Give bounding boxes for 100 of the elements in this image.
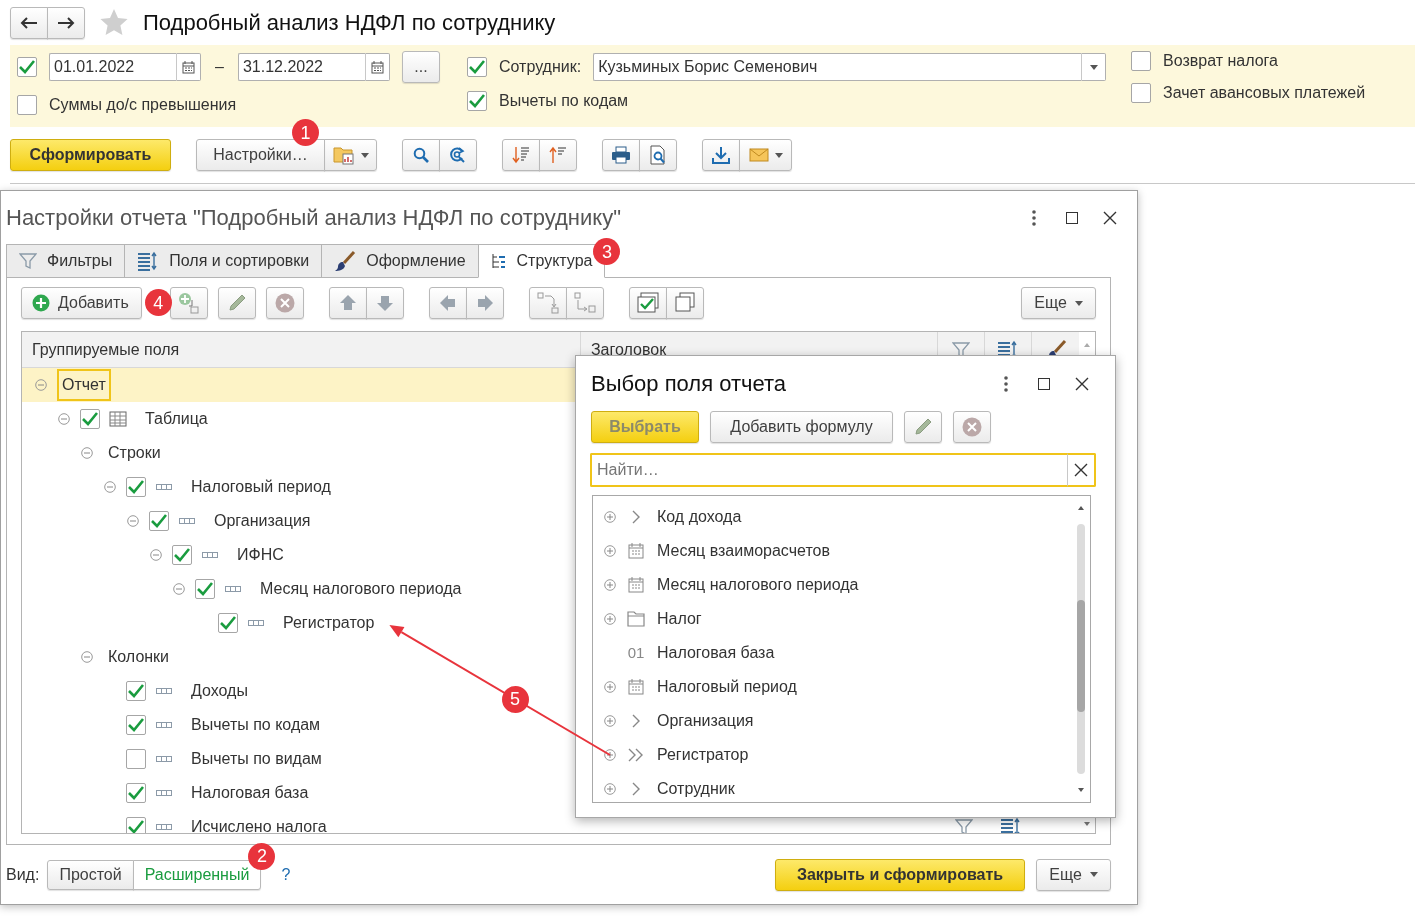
edit-button[interactable] [904,411,942,443]
group-button[interactable] [528,287,567,320]
field-row[interactable]: Сотрудник [593,772,1072,806]
close-and-generate-button[interactable]: Закрыть и сформировать [775,858,1025,891]
help-link[interactable]: ? [281,862,291,887]
collapse-icon[interactable] [81,447,93,460]
tree-label: Вычеты по кодам [190,715,322,736]
more-button[interactable]: Еще [1021,287,1096,320]
more-button[interactable]: Еще [1036,858,1111,891]
field-row[interactable]: Налог [593,602,1072,636]
move-right-button[interactable] [465,287,504,320]
field-row[interactable]: Организация [593,704,1072,738]
field-row[interactable]: 01 Налоговая база [593,636,1072,670]
collapse-icon[interactable] [150,549,162,562]
sort-ascending-button[interactable] [539,139,577,171]
checkbox[interactable] [467,91,487,111]
checkbox[interactable] [126,783,146,804]
tree-label: Налоговый период [190,477,332,498]
field-icon [156,789,172,798]
move-left-button[interactable] [428,287,467,320]
delete-button[interactable] [265,287,304,320]
checkbox[interactable] [126,477,146,498]
checkbox[interactable] [1131,51,1151,71]
add-button[interactable]: Добавить [21,287,142,320]
field-row[interactable]: Месяц налогового периода [593,568,1072,602]
checkbox[interactable] [172,545,192,566]
ungroup-button[interactable] [565,287,604,320]
tab[interactable]: Поля и сортировки [124,244,323,279]
search-next-button[interactable] [439,139,477,171]
move-up-button[interactable] [328,287,367,320]
tab[interactable]: Оформление [321,244,479,279]
more-options-icon [1032,209,1036,226]
email-button[interactable] [739,139,792,171]
save-button[interactable] [702,139,740,171]
expand-icon[interactable] [604,783,616,795]
tree-label: Организация [213,511,312,532]
report-options-button[interactable] [324,139,377,171]
calendar-button[interactable] [365,53,390,81]
collapse-icon[interactable] [35,379,47,392]
select-field[interactable]: Кузьминых Борис Семенович [593,53,1083,81]
checkbox[interactable] [126,681,146,702]
checkbox[interactable] [17,57,37,77]
collapse-icon[interactable] [58,413,70,426]
tree-row[interactable]: Исчислено налога [22,810,1079,834]
calendar-button[interactable] [177,53,201,81]
settings-button[interactable]: Настройки… [196,139,325,171]
expand-icon[interactable] [604,681,616,693]
checkbox[interactable] [149,511,169,532]
preview-button[interactable] [639,139,677,171]
field-row[interactable]: Налоговый период [593,670,1072,704]
field-row[interactable]: Месяц взаиморасчетов [593,534,1072,568]
double-chevron-icon [627,748,645,762]
date-field[interactable]: 01.01.2022 [49,53,177,81]
edit-button[interactable] [217,287,256,320]
print-button[interactable] [602,139,640,171]
dropdown-button[interactable] [1082,53,1107,81]
clear-button[interactable] [1068,453,1096,487]
tab[interactable]: Фильтры [6,244,126,279]
collapse-icon[interactable] [104,481,116,494]
uncheck-all-button[interactable] [665,287,704,320]
sort-descending-button[interactable] [502,139,540,171]
field-label: Налоговый период [657,677,797,697]
field-row[interactable]: Код дохода [593,500,1072,534]
expand-icon[interactable] [604,613,616,625]
delete-button[interactable] [953,411,991,443]
back-button[interactable] [10,6,48,39]
boxes-icon [673,292,696,315]
period-button[interactable]: ... [401,51,440,83]
move-down-button[interactable] [365,287,404,320]
expand-icon[interactable] [604,511,616,523]
checkbox[interactable] [126,817,146,834]
field-row[interactable]: Регистратор [593,738,1072,772]
chevron-icon [631,782,641,796]
view-toggle[interactable]: Простой [47,859,134,890]
add-formula-button[interactable]: Добавить формулу [710,411,893,443]
checkbox[interactable] [126,749,146,770]
collapse-icon[interactable] [81,651,93,664]
checkbox[interactable] [126,715,146,736]
collapse-icon[interactable] [127,515,139,528]
collapse-icon[interactable] [173,583,185,596]
caret-icon [1089,64,1098,70]
search-field[interactable]: Найти… [590,453,1068,487]
checkbox[interactable] [195,579,215,600]
expand-icon[interactable] [604,579,616,591]
check-all-button[interactable] [628,287,667,320]
generate-button[interactable]: Сформировать [10,139,171,171]
expand-icon[interactable] [604,749,616,761]
expand-icon[interactable] [604,715,616,727]
sort-icon [549,146,567,164]
forward-button[interactable] [47,6,85,39]
add-copy-button[interactable] [169,287,208,320]
search-button[interactable] [402,139,440,171]
expand-icon[interactable] [604,545,616,557]
checkbox[interactable] [467,57,487,77]
field-icon [156,687,172,696]
checkbox[interactable] [218,613,238,634]
checkbox[interactable] [17,95,37,115]
checkbox[interactable] [80,409,100,430]
checkbox[interactable] [1131,83,1151,103]
date-field[interactable]: 31.12.2022 [237,53,366,81]
